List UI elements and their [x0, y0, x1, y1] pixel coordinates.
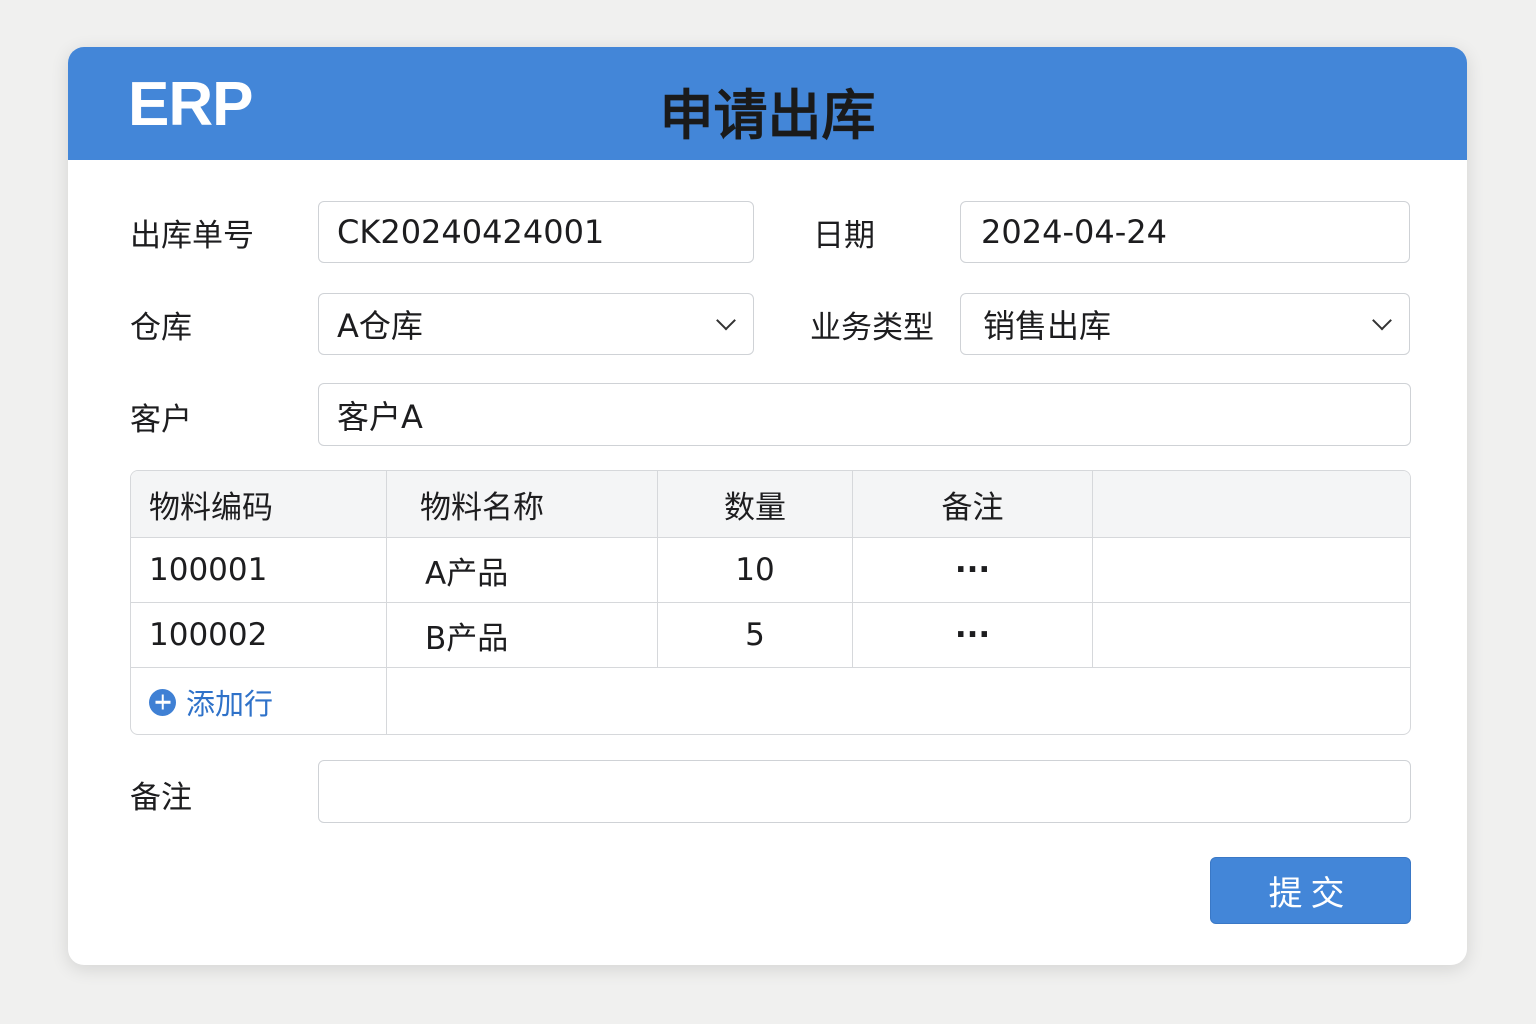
biz-type-value: 销售出库 [983, 307, 1112, 345]
col-header: 数量 [658, 471, 853, 537]
code-cell: 100001 [131, 538, 387, 602]
name-cell: B产品 [387, 603, 658, 667]
date-value: 2024-04-24 [981, 213, 1167, 251]
customer-input[interactable]: 客户A [318, 383, 1411, 446]
remark-label: 备注 [130, 780, 192, 816]
items-table: 物料编码 物料名称 数量 备注 100001 A产品 10 ··· 100002… [130, 470, 1411, 735]
code-cell: 100002 [131, 603, 387, 667]
customer-value: 客户A [337, 397, 423, 436]
more-icon[interactable]: ··· [853, 603, 1093, 667]
biz-type-label: 业务类型 [810, 310, 934, 346]
warehouse-select[interactable]: A仓库 [318, 293, 754, 355]
add-row-container: 添加行 [131, 668, 1410, 734]
outbound-form-card: ERP 申请出库 出库单号 CK20240424001 日期 2024-04-2… [68, 47, 1467, 965]
chevron-down-icon [1372, 310, 1392, 331]
plus-circle-icon [149, 688, 176, 716]
date-input[interactable]: 2024-04-24 [960, 201, 1410, 263]
qty-cell[interactable]: 10 [658, 538, 853, 602]
chevron-down-icon [716, 310, 736, 331]
add-row-label: 添加行 [186, 687, 274, 721]
add-row-button[interactable]: 添加行 [131, 668, 387, 734]
col-header: 物料编码 [131, 471, 387, 537]
date-label: 日期 [813, 218, 875, 254]
more-icon[interactable]: ··· [853, 538, 1093, 602]
warehouse-label: 仓库 [130, 310, 192, 346]
order-no-input[interactable]: CK20240424001 [318, 201, 754, 263]
table-header-row: 物料编码 物料名称 数量 备注 [131, 471, 1410, 538]
order-no-label: 出库单号 [130, 218, 254, 254]
warehouse-value: A仓库 [337, 307, 423, 345]
order-no-value: CK20240424001 [337, 213, 605, 251]
name-cell: A产品 [387, 538, 658, 602]
customer-label: 客户 [130, 402, 192, 438]
biz-type-select[interactable]: 销售出库 [960, 293, 1410, 355]
col-header: 物料名称 [387, 471, 658, 537]
header-bar: ERP 申请出库 [68, 47, 1467, 160]
col-header: 备注 [853, 471, 1093, 537]
table-row[interactable]: 100001 A产品 10 ··· [131, 538, 1410, 603]
qty-cell[interactable]: 5 [658, 603, 853, 667]
page-title: 申请出库 [659, 84, 876, 147]
table-row[interactable]: 100002 B产品 5 ··· [131, 603, 1410, 668]
remark-input[interactable] [318, 760, 1411, 823]
submit-button[interactable]: 提交 [1210, 857, 1411, 924]
